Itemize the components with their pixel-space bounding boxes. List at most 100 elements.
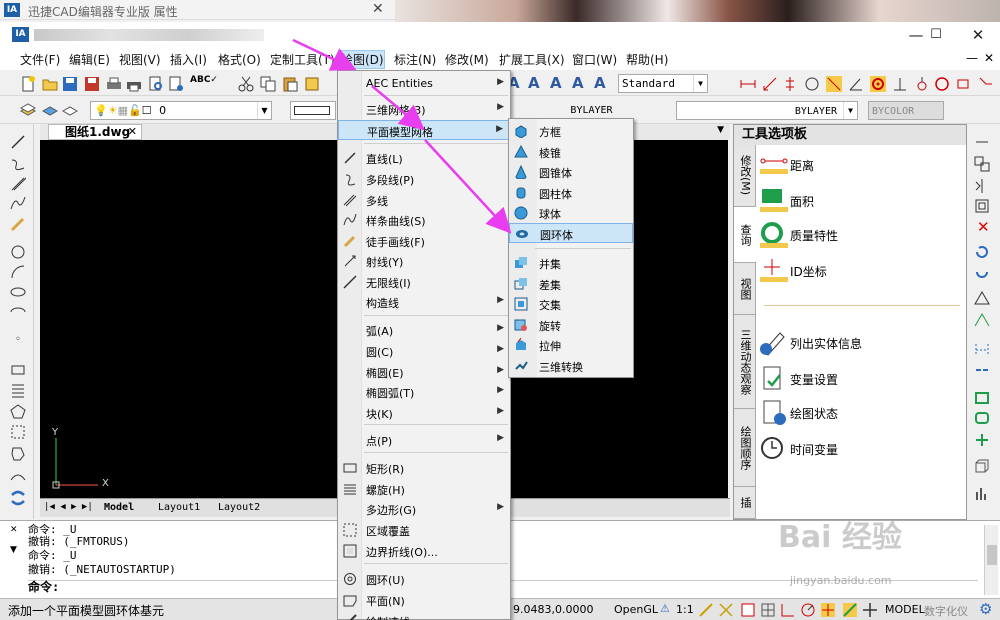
spline-tool-icon[interactable] [10, 196, 26, 212]
ellipse-tool-icon[interactable] [10, 284, 26, 300]
palette-tab-orbit[interactable]: 三维动态观察 [734, 315, 756, 409]
rectangle-tool-icon[interactable] [10, 362, 26, 378]
mesh-menu-item[interactable]: 棱锥 [509, 142, 633, 162]
ellipse-arc-tool-icon[interactable] [10, 304, 26, 320]
palette-tab-insert[interactable]: 插 [734, 487, 756, 519]
quick-dim-icon[interactable] [934, 76, 950, 92]
chamfer-tool-icon[interactable] [974, 390, 990, 406]
palette-tab-modify[interactable]: 修改(M) [734, 145, 756, 207]
rotate-tool-icon[interactable] [974, 244, 990, 260]
wipeout-tool-icon[interactable] [10, 424, 26, 440]
menu-insert[interactable]: 插入(I) [170, 51, 207, 68]
circle-tool-icon[interactable] [10, 244, 26, 260]
scale-tool-icon[interactable] [974, 264, 990, 280]
draw-menu-item[interactable]: 平面(N) [338, 590, 510, 610]
lineweight-select[interactable]: BYLAYER ▼ [676, 101, 858, 120]
draw-menu-item[interactable]: 多线 [338, 190, 510, 210]
command-menu-icon[interactable]: ▼ [10, 545, 17, 555]
polygon-tool-icon[interactable] [10, 404, 26, 420]
ortho-icon[interactable] [760, 602, 776, 618]
drawing-tab[interactable]: 图纸1.dwg ✕ [48, 124, 142, 140]
cad-convert-icon[interactable] [10, 490, 26, 506]
diameter-dim-icon[interactable] [826, 76, 842, 92]
menu-format[interactable]: 格式(O) [218, 51, 261, 68]
draw-menu-item[interactable]: 椭圆(E) ▶ [338, 362, 510, 382]
copy-tool-icon[interactable] [974, 156, 990, 172]
menu-edit[interactable]: 编辑(E) [69, 51, 110, 68]
layer-manager-icon[interactable] [20, 102, 36, 118]
tolerance-icon[interactable] [956, 76, 972, 92]
menu-view[interactable]: 视图(V) [119, 51, 161, 68]
cut-icon[interactable] [238, 76, 254, 92]
draw-menu-item[interactable]: 绘制迹线 [338, 611, 510, 620]
mtext-icon[interactable]: A [528, 74, 540, 92]
radius-dim-icon[interactable] [804, 76, 820, 92]
menu-dimension[interactable]: 标注(N) [394, 51, 436, 68]
grid-icon[interactable] [740, 602, 756, 618]
layout-nav-first-icon[interactable]: |◀ ◀ ▶ ▶| [44, 502, 93, 512]
extend-tool-icon[interactable] [974, 342, 990, 358]
palette-tab-draworder[interactable]: 绘图顺序 [734, 409, 756, 487]
background-close-button[interactable]: ✕ [372, 1, 384, 17]
draw-menu-item[interactable]: 多段线(P) [338, 169, 510, 189]
digitizer-toggle[interactable]: 数字化仪 [924, 603, 968, 619]
draw-menu-item[interactable]: 构造线 ▶ [338, 292, 510, 312]
menu-draw[interactable]: 绘图(D) [340, 50, 385, 69]
grid-snap-icon[interactable] [718, 602, 734, 618]
mesh-menu-item[interactable]: 圆锥体 [509, 162, 633, 182]
osnap-icon[interactable] [800, 602, 816, 618]
mesh-menu-item[interactable]: 圆环体 [509, 223, 633, 243]
menu-help[interactable]: 帮助(H) [626, 51, 668, 68]
save-as-icon[interactable] [84, 76, 100, 92]
draw-menu-item[interactable]: AEC Entities ▶ [338, 74, 510, 94]
close-button[interactable]: ✕ [958, 24, 998, 46]
save-icon[interactable] [62, 76, 78, 92]
mesh-menu-item[interactable]: 交集 [509, 294, 633, 314]
spell-check-icon[interactable]: ABC✓ [190, 75, 218, 85]
draw-menu-item[interactable]: 螺旋(H) [338, 479, 510, 499]
opengl-label[interactable]: OpenGL [614, 603, 658, 616]
draw-menu-item[interactable]: 区域覆盖 [338, 520, 510, 540]
mdi-close-button[interactable]: ✕ [984, 51, 994, 65]
menu-file[interactable]: 文件(F) [20, 51, 60, 68]
tab-close-icon[interactable]: ✕ [128, 125, 137, 139]
dynamic-input-icon[interactable] [842, 602, 858, 618]
properties-tool-icon[interactable] [974, 486, 990, 502]
draw-menu-item[interactable]: 徒手画线(F) [338, 231, 510, 251]
donut-tool-icon[interactable] [10, 468, 26, 484]
draw-menu-item[interactable]: 弧(A) ▶ [338, 320, 510, 340]
polar-icon[interactable] [780, 602, 796, 618]
point-tool-icon[interactable]: ◦ [15, 334, 21, 345]
new-file-icon[interactable] [20, 76, 36, 92]
mdi-minimize-button[interactable]: — [966, 51, 978, 65]
line-tool-icon[interactable] [10, 134, 26, 150]
tab-layout2[interactable]: Layout2 [218, 502, 260, 513]
menu-window[interactable]: 窗口(W) [572, 51, 617, 68]
multiline-tool-icon[interactable] [10, 176, 26, 192]
mesh-menu-item[interactable]: 差集 [509, 274, 633, 294]
maximize-button[interactable]: ☐ [916, 24, 956, 46]
polyline-tool-icon[interactable] [10, 156, 26, 172]
draw-menu-item[interactable]: 直线(L) [338, 148, 510, 168]
text-style-select[interactable]: Standard ▼ [618, 74, 708, 93]
menu-modify[interactable]: 修改(M) [445, 51, 489, 68]
arc-tool-icon[interactable] [10, 264, 26, 280]
offset-tool-icon[interactable] [974, 198, 990, 214]
mesh-menu-item[interactable]: 旋转 [509, 315, 633, 335]
command-close-icon[interactable]: ✕ [10, 525, 18, 535]
settings-gear-icon[interactable]: ⚙ [979, 600, 992, 618]
freehand-tool-icon[interactable] [10, 216, 26, 232]
mesh-menu-item[interactable]: 圆柱体 [509, 183, 633, 203]
draw-menu-item[interactable]: 多边形(G) ▶ [338, 499, 510, 519]
annotation-scale[interactable]: 1:1 [676, 603, 694, 616]
open-folder-icon[interactable] [42, 76, 58, 92]
aligned-dim-icon[interactable] [762, 76, 778, 92]
ordinate-dim-icon[interactable] [782, 76, 798, 92]
mirror-tool-icon[interactable] [974, 178, 990, 194]
mesh-menu-item[interactable]: 并集 [509, 253, 633, 273]
draw-menu-item[interactable]: 无限线(I) [338, 272, 510, 292]
print-icon[interactable] [106, 76, 122, 92]
stretch-tool-icon[interactable] [974, 290, 990, 306]
mesh-menu-item[interactable]: 方框 [509, 121, 633, 141]
palette-tab-view[interactable]: 视图 [734, 263, 756, 315]
